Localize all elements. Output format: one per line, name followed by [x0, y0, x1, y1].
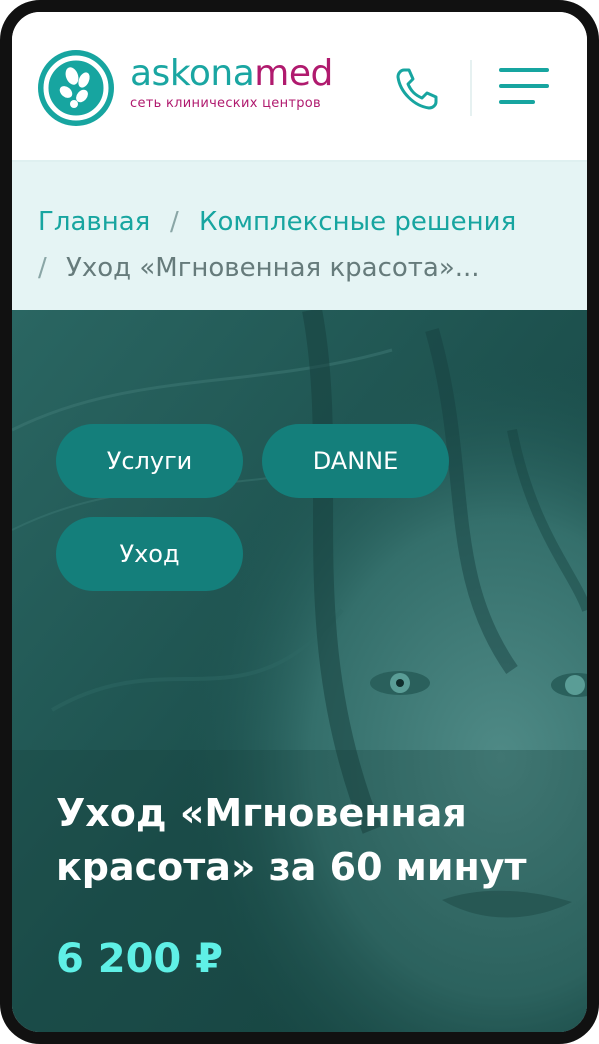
header-divider — [470, 60, 472, 116]
menu-button[interactable] — [499, 68, 551, 108]
logo-icon[interactable] — [38, 50, 114, 126]
breadcrumb-complex-solutions[interactable]: Комплексные решения — [199, 206, 516, 238]
hamburger-menu-icon — [499, 68, 549, 72]
breadcrumb-separator: / — [38, 253, 47, 283]
hamburger-line — [499, 100, 535, 104]
hamburger-line — [499, 84, 549, 88]
logo-wordmark[interactable]: askonamed — [130, 54, 333, 94]
page-title: Уход «Мгновенная красота» за 60 минут — [56, 791, 527, 889]
breadcrumb-home[interactable]: Главная — [38, 206, 150, 238]
phone-button[interactable] — [392, 64, 442, 114]
breadcrumb-current: Уход «Мгновенная красота»... — [66, 253, 480, 283]
hero-background-image — [12, 310, 587, 1032]
logo-subtitle: сеть клинических центров — [130, 96, 322, 111]
price-label: 6 200 ₽ — [56, 936, 224, 982]
tag-care[interactable]: Уход — [56, 517, 243, 591]
breadcrumb-separator: / — [170, 207, 179, 237]
site-header: askonamed сеть клинических центров — [12, 12, 587, 162]
logo-word-accent: med — [254, 53, 333, 94]
logo-word-main: askona — [130, 53, 255, 94]
tag-danne[interactable]: DANNE — [262, 424, 449, 498]
phone-icon — [396, 68, 438, 110]
phone-frame: askonamed сеть клинических центров Главн… — [0, 0, 599, 1044]
tag-services[interactable]: Услуги — [56, 424, 243, 498]
breadcrumb: Главная / Комплексные решения / Уход «Мг… — [12, 162, 587, 310]
hero-banner: Услуги DANNE Уход Уход «Мгновенная красо… — [12, 310, 587, 1032]
